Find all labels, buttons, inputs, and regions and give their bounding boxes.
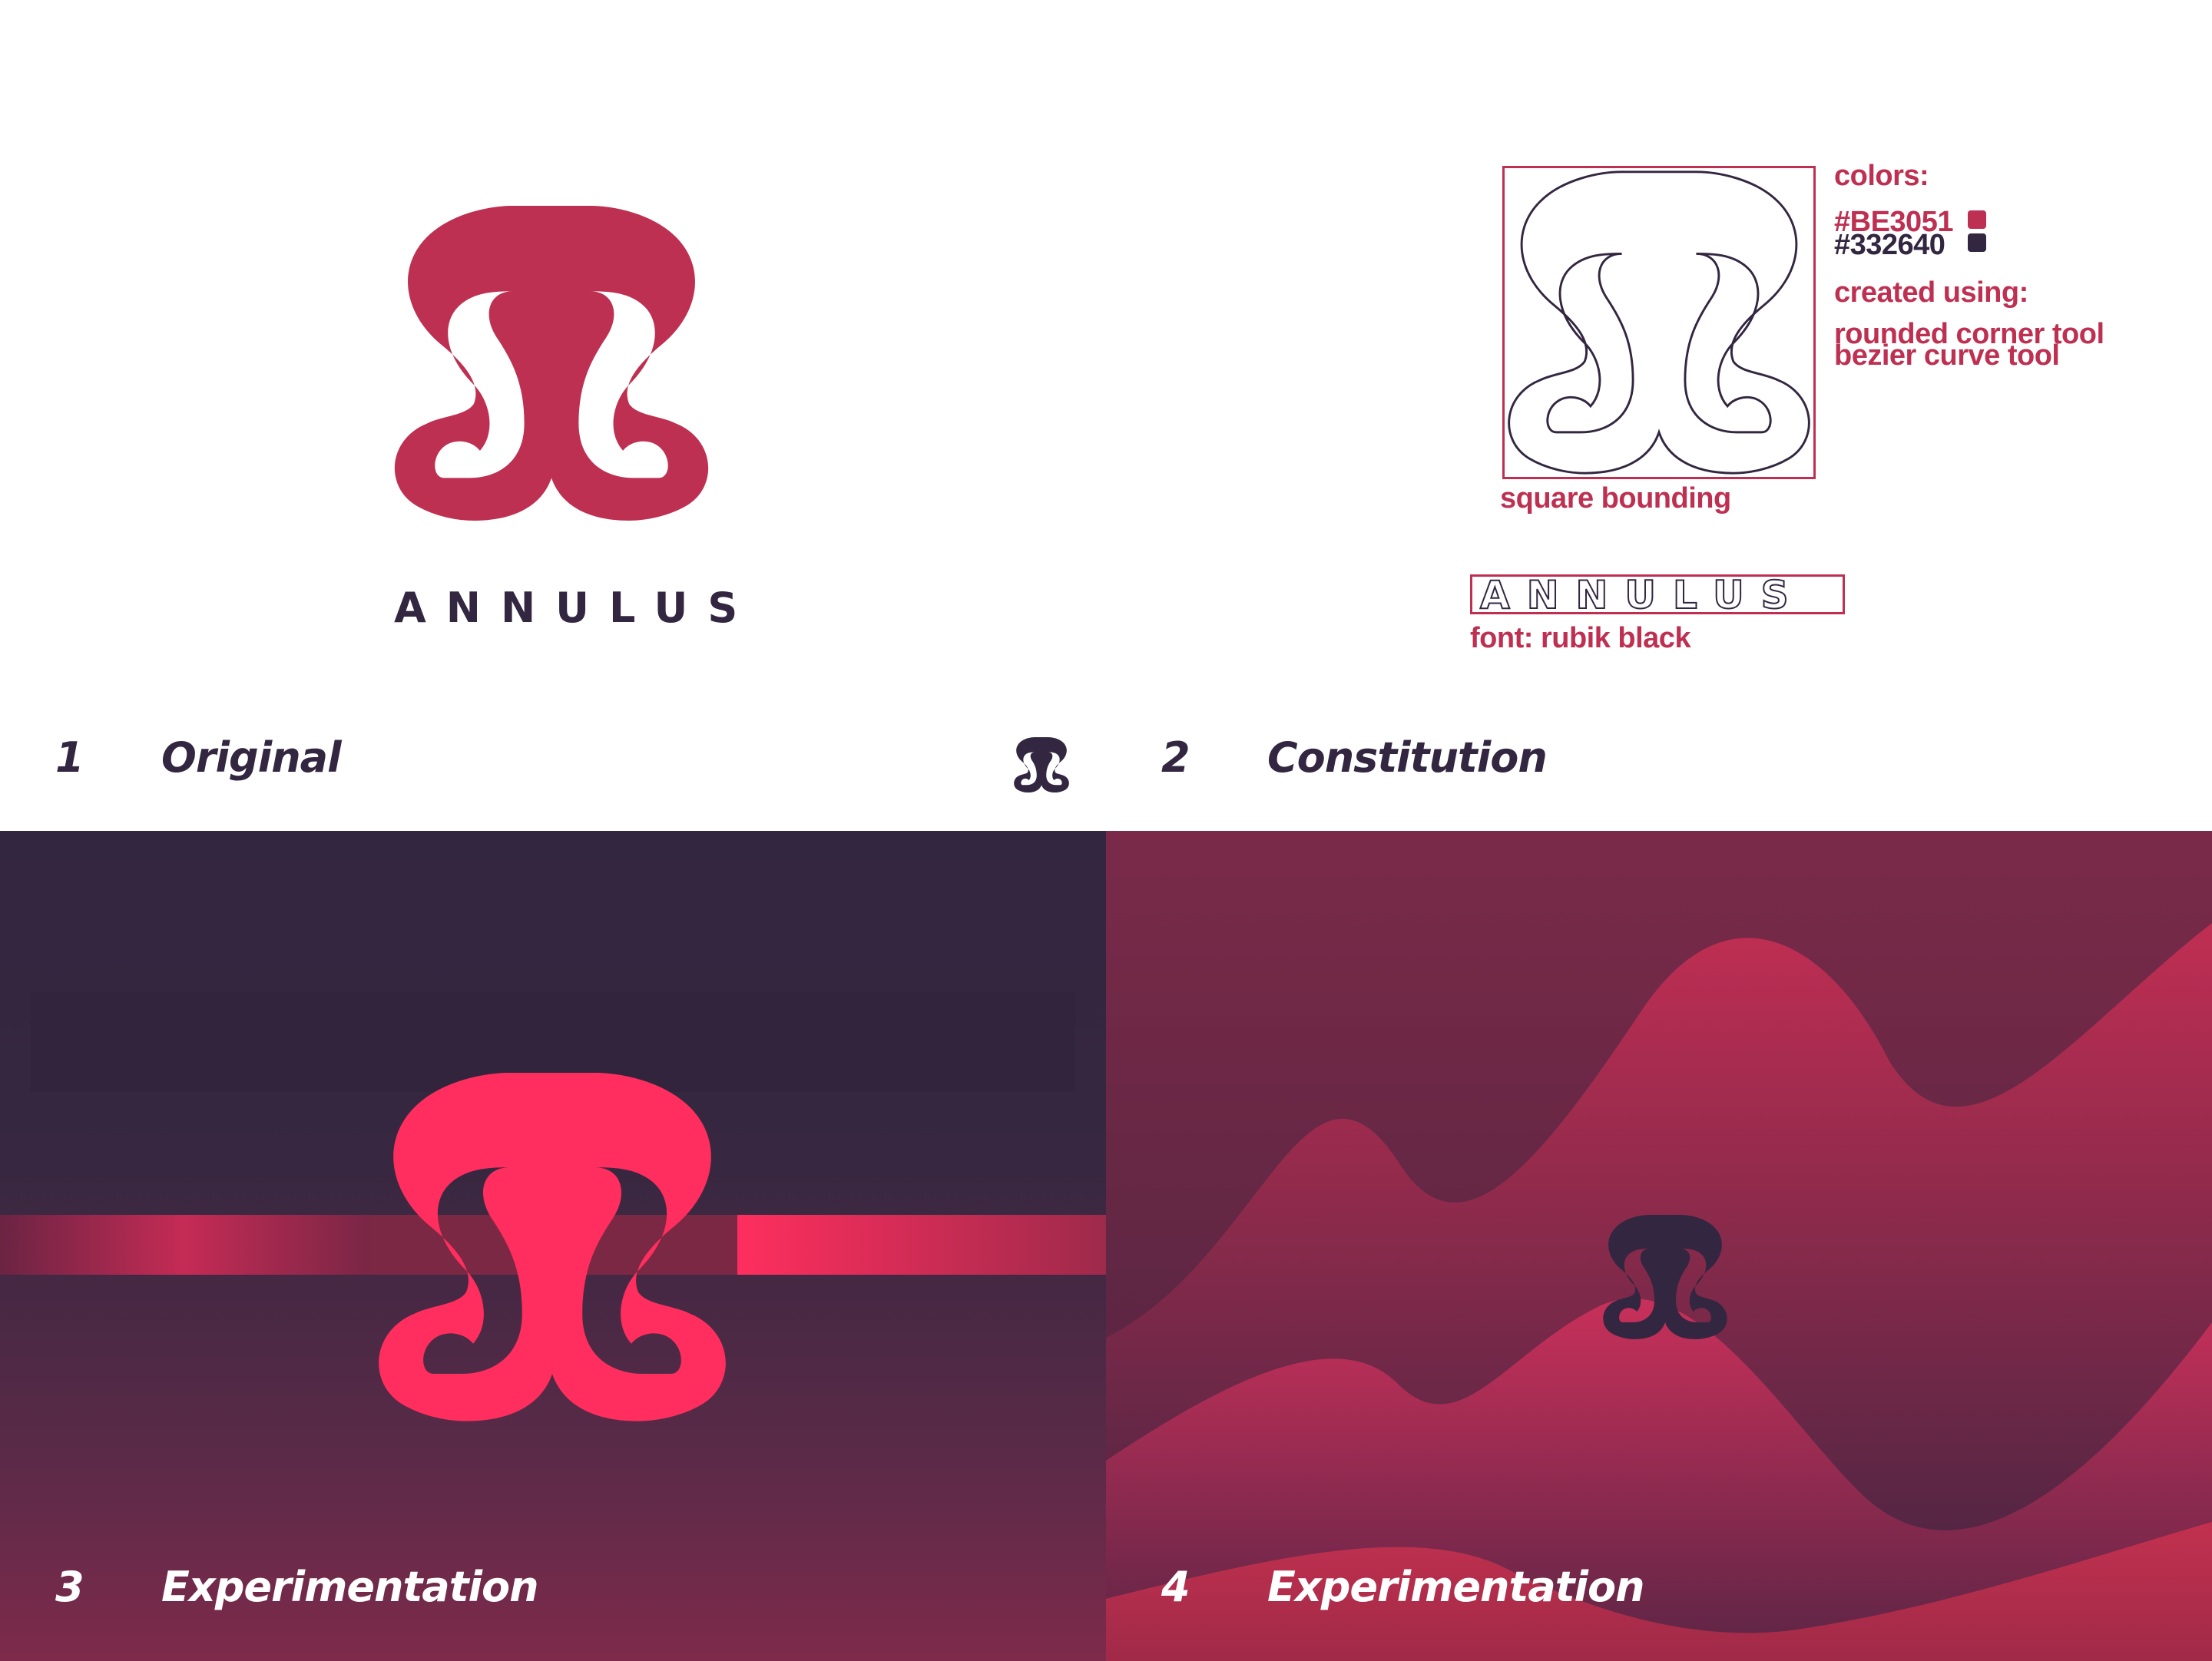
tool-2: bezier curve tool xyxy=(1834,339,2060,372)
experiment-panel-3 xyxy=(0,831,1106,1661)
color-2-swatch xyxy=(1968,233,1986,252)
divider-logo xyxy=(1014,737,1069,792)
section-4-title: Experimentation xyxy=(1267,1563,1645,1611)
experiment-panel-4 xyxy=(1106,831,2212,1661)
bounding-label: square bounding xyxy=(1500,482,1731,515)
color-2-hex: #332640 xyxy=(1834,229,1945,261)
original-logo xyxy=(394,206,709,521)
font-label: font: rubik black xyxy=(1470,622,1691,654)
section-3-number: 3 xyxy=(55,1563,84,1611)
brand-wordmark: ANNULUS xyxy=(394,584,758,632)
section-4-number: 4 xyxy=(1161,1563,1190,1611)
colors-heading: colors: xyxy=(1834,160,1929,192)
annulus-small-logo-icon xyxy=(1014,737,1069,792)
bounding-square xyxy=(1502,166,1816,479)
annulus-logo-icon xyxy=(394,206,709,521)
ribbon-illustration xyxy=(0,992,1106,1421)
created-heading: created using: xyxy=(1834,276,2028,309)
section-2-number: 2 xyxy=(1161,733,1190,782)
wave-illustration xyxy=(1106,831,2212,1661)
section-1-title: Original xyxy=(161,733,342,782)
section-1-number: 1 xyxy=(55,733,84,782)
outline-wordmark: ANNULUS xyxy=(1470,574,1845,614)
section-3-title: Experimentation xyxy=(161,1563,539,1611)
color-1-swatch xyxy=(1968,210,1986,229)
section-2-title: Constitution xyxy=(1267,733,1548,782)
outline-logo-icon xyxy=(1508,170,1810,475)
